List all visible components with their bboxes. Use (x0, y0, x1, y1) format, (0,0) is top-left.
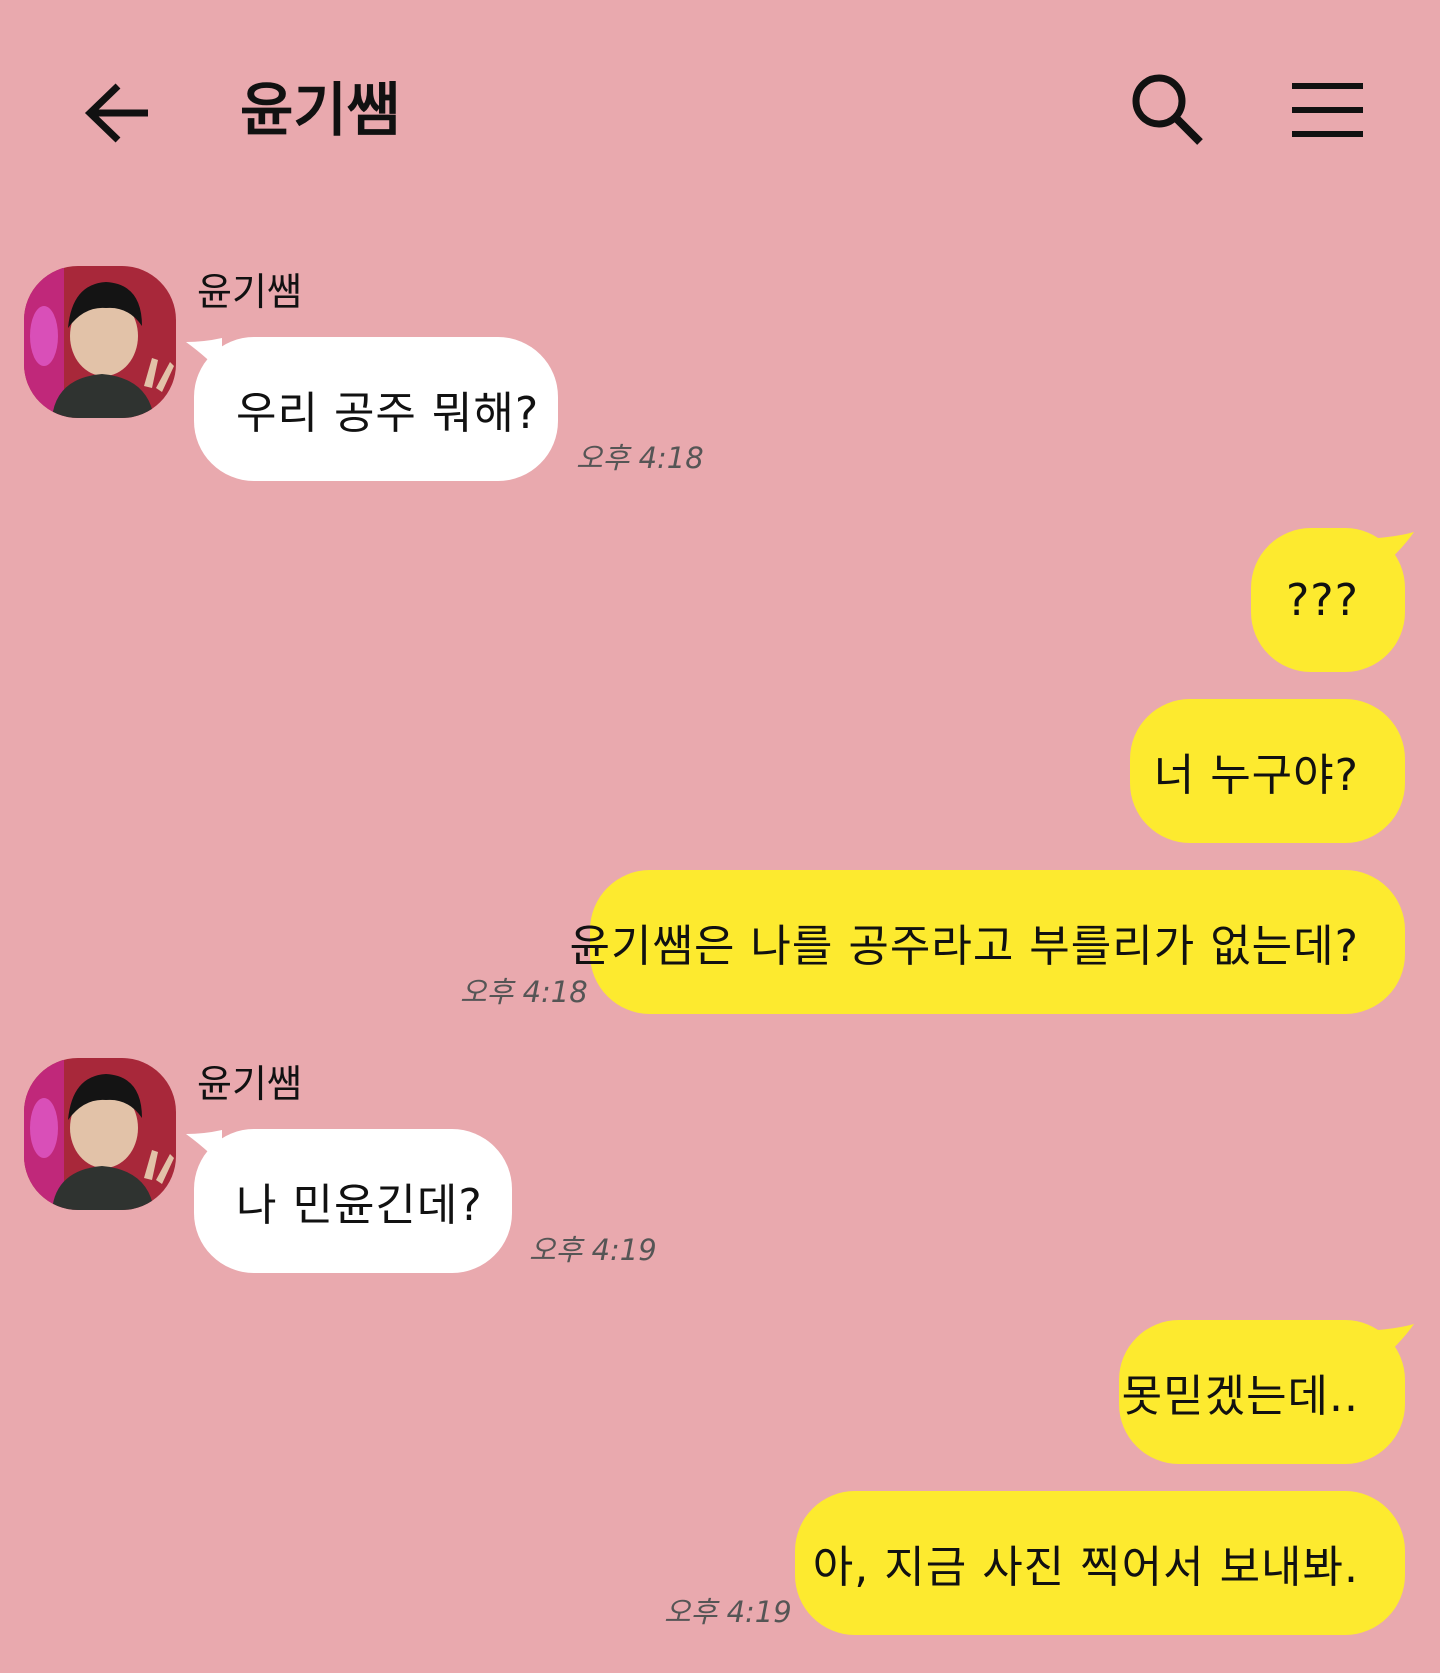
message-bubble[interactable]: 나 민윤긴데? (194, 1129, 512, 1273)
back-button[interactable] (78, 70, 158, 150)
message-text: ??? (1285, 574, 1359, 626)
chat-header: 윤기쌤 (0, 0, 1440, 230)
bubble-tail (1378, 1324, 1414, 1362)
search-icon (1132, 74, 1203, 145)
message-text: 나 민윤긴데? (236, 1180, 483, 1231)
message-bubble[interactable]: 윤기쌤은 나를 공주라고 부를리가 없는데? (570, 870, 1405, 1014)
message-time: 오후 4:19 (529, 1233, 657, 1267)
message-time: 오후 4:18 (460, 975, 588, 1009)
back-arrow-icon (84, 83, 148, 143)
search-button[interactable] (1128, 70, 1208, 150)
message-bubble[interactable]: 너 누구야? (1130, 699, 1405, 843)
sender-name: 윤기쌤 (197, 270, 302, 314)
message-text: 윤기쌤은 나를 공주라고 부를리가 없는데? (569, 921, 1359, 972)
message-bubble[interactable]: 못믿겠는데.. (1119, 1320, 1405, 1464)
message-text: 너 누구야? (1153, 750, 1359, 801)
hamburger-menu-icon (1292, 83, 1363, 137)
message-text: 우리 공주 뭐해? (236, 388, 540, 439)
message-bubble[interactable]: 아, 지금 사진 찍어서 보내봐. (795, 1491, 1405, 1635)
bubble-tail (1378, 532, 1414, 570)
message-time: 오후 4:19 (664, 1595, 792, 1629)
sender-name: 윤기쌤 (197, 1062, 302, 1106)
message-bubble[interactable]: 우리 공주 뭐해? (194, 337, 558, 481)
avatar[interactable] (24, 266, 176, 418)
message-text: 아, 지금 사진 찍어서 보내봐. (812, 1542, 1359, 1593)
chat-title: 윤기쌤 (240, 76, 401, 144)
message-time: 오후 4:18 (576, 441, 704, 475)
menu-button[interactable] (1290, 75, 1365, 145)
avatar[interactable] (24, 1058, 176, 1210)
message-text: 못믿겠는데.. (1121, 1371, 1359, 1422)
profile-photo-icon (24, 266, 176, 418)
profile-photo-icon (24, 1058, 176, 1210)
